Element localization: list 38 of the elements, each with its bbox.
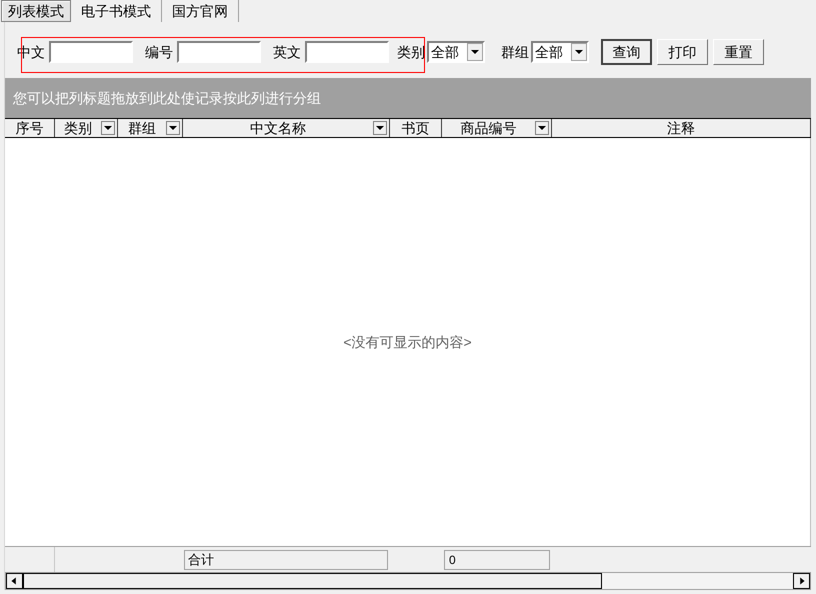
column-header[interactable]: 注释 [552, 119, 811, 137]
caret-icon [471, 50, 479, 54]
caret-icon [575, 50, 583, 54]
button[interactable]: 打印 [657, 39, 708, 65]
dropdown[interactable]: 全部 [427, 41, 485, 63]
caret-icon [169, 126, 177, 130]
field-label: 编号 [145, 42, 173, 62]
field-label: 英文 [273, 42, 301, 62]
input-field[interactable] [177, 41, 261, 63]
total-label: 合计 [184, 550, 388, 570]
select-label: 类别 [397, 42, 425, 62]
column-header[interactable]: 中文名称 [183, 119, 390, 137]
filter-button[interactable] [166, 121, 180, 135]
select-label: 群组 [501, 42, 529, 62]
input-field[interactable] [49, 41, 133, 63]
scroll-right-icon[interactable] [793, 573, 810, 589]
filter-button[interactable] [373, 121, 387, 135]
scrollbar-thumb[interactable] [23, 573, 602, 589]
dropdown[interactable]: 全部 [531, 41, 589, 63]
column-header[interactable]: 书页 [390, 119, 442, 137]
caret-icon [376, 126, 384, 130]
column-header[interactable]: 群组 [118, 119, 183, 137]
column-header[interactable]: 商品编号 [442, 119, 552, 137]
input-field[interactable] [305, 41, 389, 63]
total-value: 0 [444, 550, 550, 570]
filter-button[interactable] [535, 121, 549, 135]
button[interactable]: 查询 [601, 39, 652, 65]
column-header[interactable]: 序号 [5, 119, 55, 137]
column-header[interactable]: 类别 [55, 119, 118, 137]
caret-icon [104, 126, 112, 130]
scroll-left-icon[interactable] [6, 573, 23, 589]
filter-button[interactable] [101, 121, 115, 135]
caret-icon [538, 126, 546, 130]
empty-message: <没有可显示的内容> [343, 332, 472, 352]
group-by-bar: 您可以把列标题拖放到此处使记录按此列进行分组 [5, 78, 811, 118]
horizontal-scrollbar[interactable] [5, 572, 811, 590]
button[interactable]: 重置 [713, 39, 764, 65]
tab[interactable]: 列表模式 [1, 0, 71, 22]
